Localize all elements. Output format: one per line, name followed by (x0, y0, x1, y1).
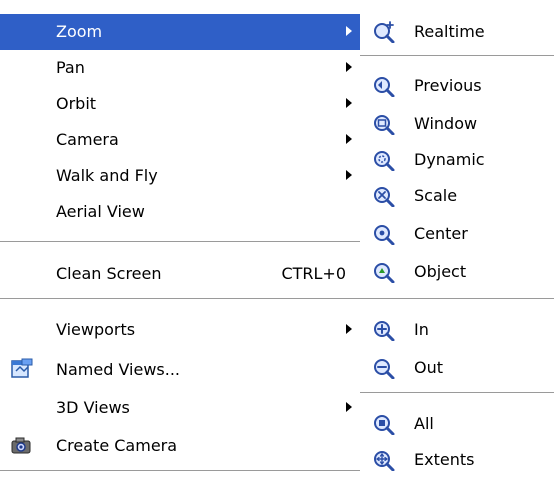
view-menu: Zoom Pan Orbit Camera Walk and Fly Aeria… (0, 0, 360, 479)
submenu-arrow-icon (346, 62, 352, 72)
menu-item-label: Walk and Fly (56, 166, 158, 185)
zoom-submenu: Realtime Previous Window Dynamic Scale C… (360, 0, 554, 479)
menu-separator (0, 298, 360, 300)
submenu-item-window[interactable]: Window (360, 106, 554, 142)
menu-item-label: Zoom (56, 22, 103, 41)
submenu-arrow-icon (346, 402, 352, 412)
menu-item-orbit[interactable]: Orbit (0, 86, 360, 122)
submenu-item-label: Window (414, 114, 478, 133)
submenu-item-in[interactable]: In (360, 312, 554, 348)
menu-separator (0, 241, 360, 243)
menu-item-label: Pan (56, 58, 85, 77)
camera-icon (10, 433, 34, 457)
zoom-dynamic-icon (372, 147, 396, 172)
submenu-item-label: Previous (414, 76, 482, 95)
menu-item-label: Camera (56, 130, 119, 149)
menu-item-create-camera[interactable]: Create Camera (0, 428, 360, 464)
zoom-out-icon (372, 355, 396, 380)
submenu-item-label: In (414, 320, 429, 339)
submenu-item-scale[interactable]: Scale (360, 178, 554, 214)
menu-separator (360, 298, 554, 300)
menu-item-label: Named Views... (56, 360, 181, 379)
zoom-in-icon (372, 317, 396, 342)
menu-item-clean-screen[interactable]: Clean Screen CTRL+0 (0, 256, 360, 292)
zoom-realtime-icon (372, 19, 396, 44)
submenu-arrow-icon (346, 26, 352, 36)
zoom-window-icon (372, 111, 396, 136)
submenu-arrow-icon (346, 98, 352, 108)
submenu-item-label: Object (414, 262, 467, 281)
menu-item-aerial-view[interactable]: Aerial View (0, 194, 360, 230)
zoom-object-icon (372, 259, 396, 284)
submenu-item-dynamic[interactable]: Dynamic (360, 142, 554, 178)
submenu-item-label: Dynamic (414, 150, 485, 169)
menu-item-3d-views[interactable]: 3D Views (0, 390, 360, 426)
submenu-arrow-icon (346, 324, 352, 334)
submenu-item-label: Scale (414, 186, 458, 205)
menu-separator (0, 470, 360, 472)
menu-separator (360, 55, 554, 57)
menu-item-pan[interactable]: Pan (0, 50, 360, 86)
menu-item-label: Clean Screen (56, 264, 162, 283)
submenu-arrow-icon (346, 170, 352, 180)
submenu-item-label: Realtime (414, 22, 485, 41)
menu-item-label: 3D Views (56, 398, 130, 417)
menu-item-named-views[interactable]: Named Views... (0, 352, 360, 388)
submenu-item-all[interactable]: All (360, 406, 554, 442)
submenu-item-label: Center (414, 224, 468, 243)
zoom-extents-icon (372, 447, 396, 472)
menu-separator (360, 392, 554, 394)
submenu-item-label: All (414, 414, 434, 433)
menu-item-label: Create Camera (56, 436, 178, 455)
menu-item-camera[interactable]: Camera (0, 122, 360, 158)
zoom-scale-icon (372, 183, 396, 208)
submenu-item-previous[interactable]: Previous (360, 68, 554, 104)
menu-item-viewports[interactable]: Viewports (0, 312, 360, 348)
zoom-center-icon (372, 221, 396, 246)
submenu-item-label: Extents (414, 450, 475, 469)
submenu-item-object[interactable]: Object (360, 254, 554, 290)
menu-item-label: Orbit (56, 94, 97, 113)
zoom-all-icon (372, 411, 396, 436)
menu-item-walk-and-fly[interactable]: Walk and Fly (0, 158, 360, 194)
submenu-item-extents[interactable]: Extents (360, 442, 554, 478)
menu-item-zoom[interactable]: Zoom (0, 14, 360, 50)
submenu-arrow-icon (346, 134, 352, 144)
submenu-item-label: Out (414, 358, 444, 377)
submenu-item-out[interactable]: Out (360, 350, 554, 386)
submenu-item-realtime[interactable]: Realtime (360, 14, 554, 50)
menu-item-label: Aerial View (56, 202, 145, 221)
submenu-item-center[interactable]: Center (360, 216, 554, 252)
zoom-previous-icon (372, 73, 396, 98)
menu-item-label: Viewports (56, 320, 136, 339)
named-views-icon (10, 357, 34, 381)
shortcut-label: CTRL+0 (281, 264, 346, 283)
